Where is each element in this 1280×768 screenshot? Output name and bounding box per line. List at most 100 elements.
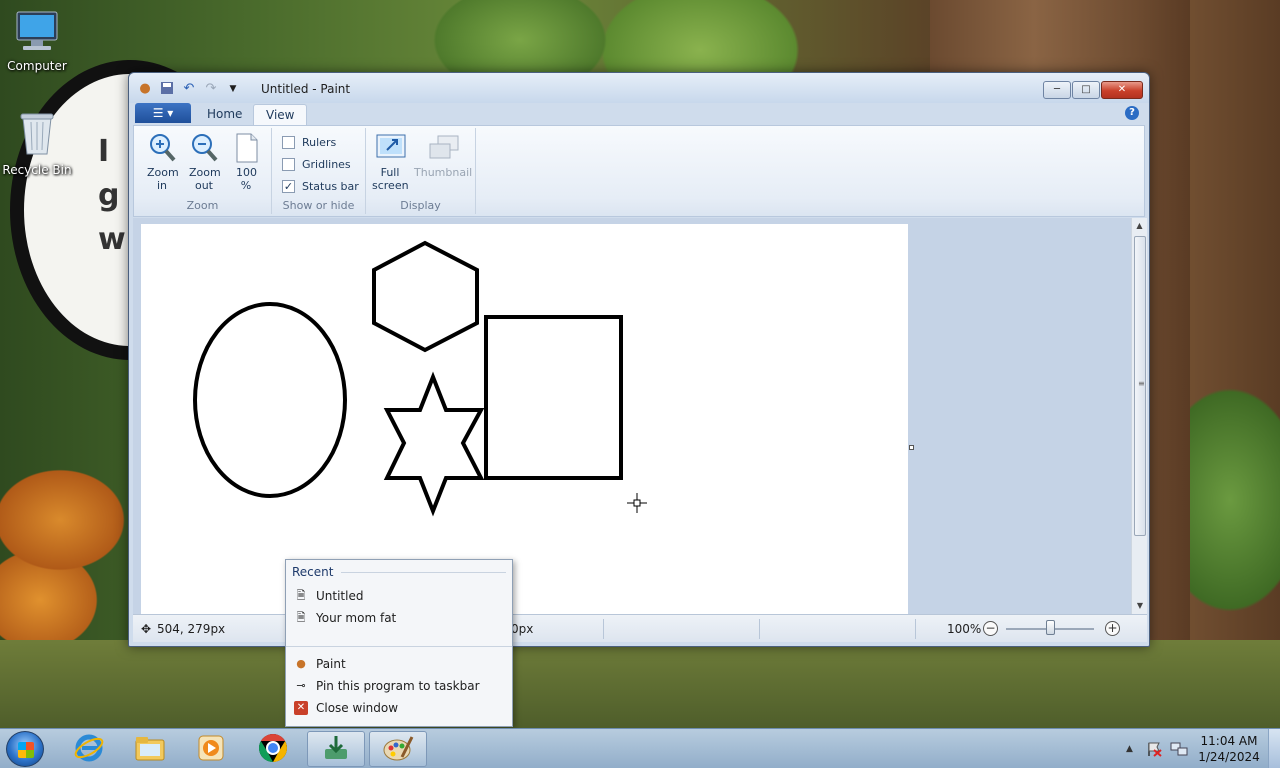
canvas-drawing bbox=[193, 240, 647, 517]
recycle-bin-icon bbox=[0, 110, 74, 161]
paint-palette-icon bbox=[382, 733, 414, 766]
download-icon bbox=[321, 733, 351, 766]
taskbar-jump-list: Recent 🗎 Untitled 🗎 Your mom fat ● Paint… bbox=[285, 559, 513, 727]
close-button[interactable]: ✕ bbox=[1101, 81, 1143, 99]
media-player-icon bbox=[196, 733, 226, 766]
vertical-scrollbar[interactable]: ▲ ≡ ▼ bbox=[1131, 218, 1147, 614]
status-divider bbox=[603, 619, 604, 639]
close-window-item[interactable]: ✕ Close window bbox=[294, 698, 506, 718]
gridlines-checkbox[interactable] bbox=[282, 158, 295, 171]
canvas-resize-handle[interactable] bbox=[909, 445, 914, 450]
scroll-up-icon[interactable]: ▲ bbox=[1132, 218, 1147, 234]
sign-line-3: w bbox=[98, 222, 126, 257]
taskbar-internet-explorer[interactable] bbox=[60, 731, 118, 767]
display-group-label: Display bbox=[400, 199, 441, 212]
clock[interactable]: 11:04 AM 1/24/2024 bbox=[1196, 733, 1262, 765]
open-paint-item[interactable]: ● Paint bbox=[294, 654, 506, 674]
show-hide-group-label: Show or hide bbox=[282, 199, 355, 212]
ribbon-tabs: ☰ ▾ Home View ? bbox=[129, 103, 1149, 125]
help-icon[interactable]: ? bbox=[1125, 106, 1139, 120]
minimize-button[interactable]: ─ bbox=[1043, 81, 1071, 99]
recent-item-label: Your mom fat bbox=[316, 611, 397, 625]
clock-time: 11:04 AM bbox=[1200, 734, 1258, 748]
gridlines-label: Gridlines bbox=[302, 158, 351, 171]
zoom-in-label: Zoom in bbox=[147, 166, 179, 192]
page-icon bbox=[231, 132, 261, 164]
close-window-icon: ✕ bbox=[294, 701, 308, 715]
status-bar-checkbox[interactable]: ✓ bbox=[282, 180, 295, 193]
chrome-icon bbox=[257, 732, 289, 767]
desktop-icon-recycle-bin[interactable]: Recycle Bin bbox=[0, 110, 74, 177]
zoom-level: 100% bbox=[947, 622, 982, 636]
full-screen-icon bbox=[375, 132, 406, 164]
action-center-flag-icon[interactable] bbox=[1146, 741, 1162, 760]
header-divider bbox=[341, 572, 506, 573]
zoom-in-button[interactable]: Zoom in bbox=[142, 132, 182, 192]
full-screen-label: Full screen bbox=[372, 166, 409, 192]
taskbar-windows-explorer[interactable] bbox=[121, 731, 179, 767]
undo-icon[interactable]: ↶ bbox=[181, 81, 197, 97]
jump-list-header: Recent bbox=[292, 565, 334, 579]
thumbnail-icon bbox=[428, 132, 459, 164]
network-icon[interactable] bbox=[1170, 741, 1188, 760]
rulers-checkbox-row[interactable]: Rulers bbox=[282, 136, 336, 149]
tab-home[interactable]: Home bbox=[195, 104, 254, 125]
gridlines-checkbox-row[interactable]: Gridlines bbox=[282, 158, 351, 171]
redo-icon[interactable]: ↷ bbox=[203, 81, 219, 97]
maximize-button[interactable]: □ bbox=[1072, 81, 1100, 99]
status-bar-checkbox-row[interactable]: ✓ Status bar bbox=[282, 180, 359, 193]
desktop-icon-computer[interactable]: Computer bbox=[0, 8, 74, 73]
full-screen-button[interactable]: Full screen bbox=[370, 132, 410, 192]
recent-item[interactable]: 🗎 Your mom fat bbox=[294, 608, 506, 628]
start-button[interactable] bbox=[6, 731, 44, 767]
drawing-canvas[interactable] bbox=[141, 224, 908, 614]
zoom-out-label: Zoom out bbox=[189, 166, 221, 192]
quick-access-toolbar: ● ↶ ↷ ▼ bbox=[137, 81, 241, 97]
recent-item-label: Untitled bbox=[316, 589, 364, 603]
sign-text: I g w bbox=[98, 130, 126, 262]
status-divider bbox=[915, 619, 916, 639]
grip-icon: ≡ bbox=[1138, 379, 1145, 388]
zoom-out-button[interactable]: Zoom out bbox=[184, 132, 224, 192]
pin-to-taskbar-item[interactable]: ⊸ Pin this program to taskbar bbox=[294, 676, 506, 696]
rulers-label: Rulers bbox=[302, 136, 337, 149]
paint-window: ● ↶ ↷ ▼ Untitled - Paint ─ □ ✕ ☰ ▾ Home … bbox=[128, 72, 1150, 647]
zoom-100-label: 100 % bbox=[236, 166, 257, 192]
clock-date: 1/24/2024 bbox=[1198, 750, 1260, 764]
ellipse-shape bbox=[193, 302, 347, 498]
zoom-in-small-button[interactable]: + bbox=[1105, 621, 1120, 636]
computer-icon bbox=[0, 8, 74, 57]
paint-app-icon[interactable]: ● bbox=[137, 81, 153, 97]
show-desktop-button[interactable] bbox=[1268, 729, 1280, 768]
zoom-group: Zoom in Zoom out 100 % Zoom bbox=[134, 128, 272, 214]
rulers-checkbox[interactable] bbox=[282, 136, 295, 149]
show-hide-group: Rulers Gridlines ✓ Status bar Show or hi… bbox=[272, 128, 366, 214]
crosshair-cursor bbox=[627, 493, 647, 513]
internet-explorer-icon bbox=[74, 733, 104, 766]
tab-view[interactable]: View bbox=[253, 104, 308, 125]
show-hidden-icons-icon[interactable]: ▲ bbox=[1126, 744, 1133, 754]
zoom-out-small-button[interactable]: − bbox=[983, 621, 998, 636]
taskbar-paint[interactable] bbox=[369, 731, 427, 767]
zoom-slider-thumb[interactable] bbox=[1046, 620, 1055, 635]
tasks-divider bbox=[286, 646, 512, 647]
desktop-icon-label: Recycle Bin bbox=[2, 163, 72, 177]
taskbar-download[interactable] bbox=[307, 731, 365, 767]
document-icon: 🗎 bbox=[296, 611, 306, 624]
paint-menu-button[interactable]: ☰ ▾ bbox=[135, 103, 191, 123]
zoom-group-label: Zoom bbox=[186, 199, 219, 212]
zoom-100-button[interactable]: 100 % bbox=[226, 132, 266, 192]
customize-toolbar-icon[interactable]: ▼ bbox=[225, 81, 241, 97]
recent-item[interactable]: 🗎 Untitled bbox=[294, 586, 506, 606]
save-icon[interactable] bbox=[159, 81, 175, 97]
thumbnail-button[interactable]: Thumbnail bbox=[414, 132, 472, 179]
status-bar-label: Status bar bbox=[302, 180, 359, 193]
scroll-down-icon[interactable]: ▼ bbox=[1132, 598, 1148, 614]
title-bar[interactable]: ● ↶ ↷ ▼ Untitled - Paint ─ □ ✕ bbox=[129, 73, 1149, 103]
hexagon-shape bbox=[372, 240, 479, 353]
taskbar-chrome[interactable] bbox=[244, 731, 302, 767]
folder-icon bbox=[134, 734, 166, 765]
scrollbar-thumb[interactable]: ≡ bbox=[1134, 236, 1146, 536]
cursor-position: 504, 279px bbox=[157, 622, 226, 636]
taskbar-media-player[interactable] bbox=[182, 731, 240, 767]
